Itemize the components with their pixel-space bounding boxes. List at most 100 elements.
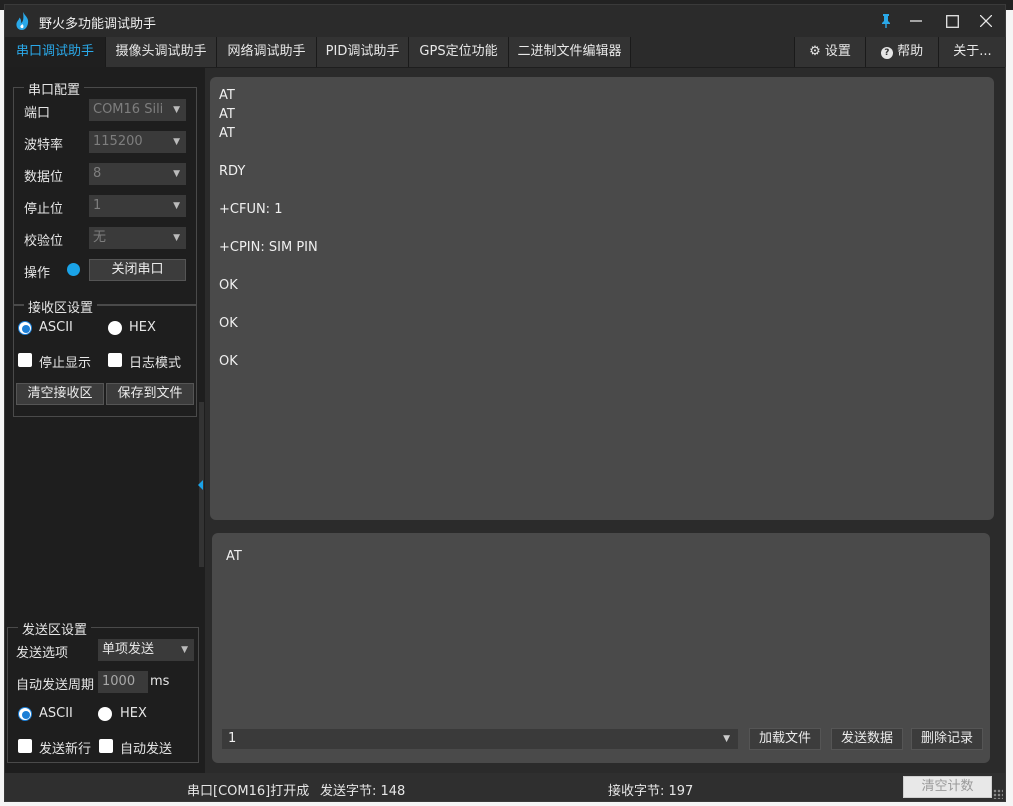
settings-label: 设置 — [824, 44, 851, 59]
send-option-label: 发送选项 — [16, 646, 69, 661]
baud-label: 波特率 — [24, 138, 64, 153]
recv-ascii-radio[interactable] — [18, 321, 32, 335]
auto-period-label: 自动发送周期 — [16, 678, 95, 693]
send-newline-label: 发送新行 — [39, 742, 92, 757]
receive-line: AT — [219, 107, 235, 122]
stopbits-select[interactable]: 1 ▼ — [89, 195, 186, 217]
stopbits-value: 1 — [93, 198, 102, 213]
receive-line: +CFUN: 1 — [219, 202, 283, 217]
sent-bytes: 发送字节: 148 — [320, 784, 406, 799]
about-tab[interactable]: 关于... — [938, 37, 1006, 67]
tab-pid[interactable]: PID调试助手 — [317, 37, 409, 67]
send-option-select[interactable]: 单项发送 ▼ — [98, 639, 194, 661]
log-mode-label: 日志模式 — [129, 356, 182, 371]
auto-send-label: 自动发送 — [120, 742, 173, 757]
send-option-value: 单项发送 — [102, 642, 155, 657]
recv-settings-group: 接收区设置 ASCII HEX 停止显示 日志模式 清空接收区 保存到文件 — [13, 297, 197, 417]
auto-send-checkbox[interactable] — [99, 739, 113, 753]
help-icon: ? — [880, 47, 893, 59]
send-area[interactable]: AT 1 ▼ 加载文件 发送数据 删除记录 — [212, 533, 990, 763]
auto-period-input[interactable]: 1000 — [98, 671, 148, 693]
receive-line: OK — [219, 316, 238, 331]
tab-binary-editor[interactable]: 二进制文件编辑器 — [509, 37, 631, 67]
collapse-arrow-icon[interactable] — [198, 480, 203, 490]
parity-select[interactable]: 无 ▼ — [89, 227, 186, 249]
receive-line: RDY — [219, 164, 246, 179]
dropdown-arrow-icon: ▼ — [173, 233, 180, 243]
status-bar: 串口[COM16]打开成 发送字节: 148 接收字节: 197 清空计数 — [5, 773, 1005, 801]
tab-serial[interactable]: 串口调试助手 — [5, 37, 106, 67]
settings-tab[interactable]: ⚙ 设置 — [794, 37, 865, 67]
stop-display-label: 停止显示 — [39, 356, 92, 371]
port-value: COM16 Sili — [93, 102, 164, 117]
receive-line: +CPIN: SIM PIN — [219, 240, 318, 255]
resize-grip-icon[interactable] — [993, 789, 1003, 799]
serial-config-title: 串口配置 — [24, 79, 85, 98]
send-data-button[interactable]: 发送数据 — [831, 728, 903, 750]
close-icon[interactable] — [971, 9, 1001, 33]
serial-config-group: 串口配置 端口 COM16 Sili ▼ 波特率 115200 ▼ 数据位 8 ▼ 停… — [13, 79, 197, 305]
window-title: 野火多功能调试助手 — [39, 17, 157, 32]
recv-settings-title: 接收区设置 — [24, 297, 98, 316]
port-status-text: 串口[COM16]打开成 — [187, 784, 310, 799]
send-settings-title: 发送区设置 — [18, 619, 92, 638]
log-mode-checkbox[interactable] — [108, 353, 122, 367]
receive-line: AT — [219, 126, 235, 141]
recv-ascii-label: ASCII — [39, 320, 73, 335]
tab-network[interactable]: 网络调试助手 — [217, 37, 317, 67]
dropdown-arrow-icon: ▼ — [181, 645, 188, 655]
port-status-indicator — [67, 263, 80, 276]
dropdown-arrow-icon: ▼ — [723, 734, 730, 744]
left-panel: 串口配置 端口 COM16 Sili ▼ 波特率 115200 ▼ 数据位 8 ▼ 停… — [5, 67, 205, 773]
title-bar[interactable]: 野火多功能调试助手 — [5, 5, 1005, 37]
baud-value: 115200 — [93, 134, 143, 149]
receive-line: OK — [219, 354, 238, 369]
tab-bar: 串口调试助手 摄像头调试助手 网络调试助手 PID调试助手 GPS定位功能 二进… — [5, 37, 1006, 68]
parity-label: 校验位 — [24, 234, 64, 249]
send-newline-checkbox[interactable] — [18, 739, 32, 753]
send-ascii-label: ASCII — [39, 706, 73, 721]
parity-value: 无 — [93, 230, 107, 245]
clear-recv-button[interactable]: 清空接收区 — [16, 383, 104, 405]
pin-icon[interactable] — [871, 9, 901, 33]
dropdown-arrow-icon: ▼ — [173, 105, 180, 115]
delete-record-button[interactable]: 删除记录 — [911, 728, 983, 750]
splitter-handle[interactable] — [198, 402, 204, 567]
tab-gps[interactable]: GPS定位功能 — [409, 37, 509, 67]
send-history-value: 1 — [228, 731, 237, 746]
help-tab[interactable]: ? 帮助 — [865, 37, 938, 67]
gear-icon: ⚙ — [809, 44, 821, 59]
dropdown-arrow-icon: ▼ — [173, 201, 180, 211]
receive-area[interactable]: AT AT AT RDY +CFUN: 1 +CPIN: SIM PIN OK … — [210, 77, 994, 520]
baud-select[interactable]: 115200 ▼ — [89, 131, 186, 153]
databits-select[interactable]: 8 ▼ — [89, 163, 186, 185]
app-window: 野火多功能调试助手 串口调试助手 摄像头调试助手 网络调试助手 PID调试助手 … — [4, 4, 1006, 802]
recv-hex-label: HEX — [129, 320, 156, 335]
tab-camera[interactable]: 摄像头调试助手 — [106, 37, 217, 67]
minimize-icon[interactable] — [901, 9, 931, 33]
dropdown-arrow-icon: ▼ — [173, 137, 180, 147]
send-settings-group: 发送区设置 发送选项 单项发送 ▼ 自动发送周期 1000 ms ASCII HE… — [7, 619, 199, 763]
auto-period-unit: ms — [150, 674, 170, 689]
help-label: 帮助 — [897, 44, 924, 59]
port-label: 端口 — [24, 106, 51, 121]
load-file-button[interactable]: 加载文件 — [749, 728, 821, 750]
receive-line: OK — [219, 278, 238, 293]
close-port-button[interactable]: 关闭串口 — [89, 259, 186, 281]
recv-hex-radio[interactable] — [108, 321, 122, 335]
databits-label: 数据位 — [24, 170, 64, 185]
recv-bytes: 接收字节: 197 — [608, 784, 694, 799]
clear-count-button[interactable]: 清空计数 — [903, 776, 992, 798]
send-history-select[interactable]: 1 ▼ — [222, 729, 738, 749]
send-hex-label: HEX — [120, 706, 147, 721]
databits-value: 8 — [93, 166, 102, 181]
port-select[interactable]: COM16 Sili ▼ — [89, 99, 186, 121]
save-to-file-button[interactable]: 保存到文件 — [106, 383, 194, 405]
stop-display-checkbox[interactable] — [18, 353, 32, 367]
maximize-icon[interactable] — [937, 9, 967, 33]
operation-label: 操作 — [24, 266, 51, 281]
stopbits-label: 停止位 — [24, 202, 64, 217]
send-text[interactable]: AT — [226, 549, 242, 564]
send-ascii-radio[interactable] — [18, 707, 32, 721]
send-hex-radio[interactable] — [98, 707, 112, 721]
